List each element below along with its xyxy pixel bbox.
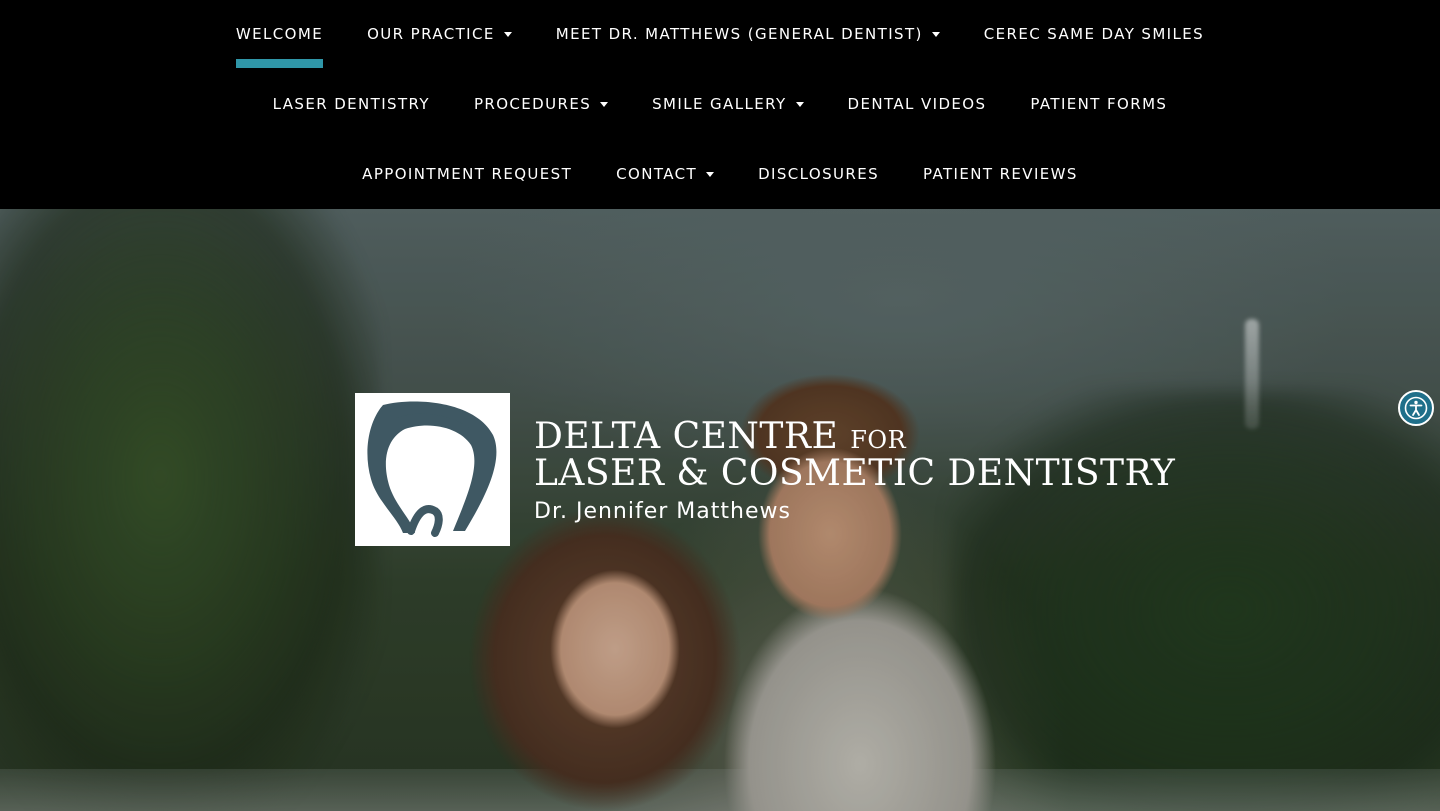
nav-item-label: CONTACT (616, 165, 698, 183)
nav-row-2: LASER DENTISTRY PROCEDURES SMILE GALLERY… (0, 94, 1440, 164)
accessibility-icon (1404, 396, 1428, 420)
hero-banner: DELTA CENTRE FOR LASER & COSMETIC DENTIS… (0, 209, 1440, 811)
nav-item-laser-dentistry[interactable]: LASER DENTISTRY (273, 94, 430, 114)
nav-item-label: WELCOME (235, 25, 324, 43)
logo-mark[interactable] (355, 393, 510, 546)
nav-item-label: APPOINTMENT REQUEST (362, 165, 573, 183)
caret-down-icon (706, 171, 715, 177)
tooth-icon (367, 401, 497, 537)
nav-item-meet-dr-matthews[interactable]: MEET DR. MATTHEWS (GENERAL DENTIST) (556, 24, 940, 44)
nav-item-label: PATIENT REVIEWS (923, 165, 1078, 183)
nav-item-patient-reviews[interactable]: PATIENT REVIEWS (923, 164, 1078, 184)
nav-item-label: MEET DR. MATTHEWS (GENERAL DENTIST) (555, 25, 923, 43)
logo-text[interactable]: DELTA CENTRE FOR LASER & COSMETIC DENTIS… (534, 419, 1175, 526)
nav-item-label: SMILE GALLERY (652, 95, 787, 113)
nav-item-our-practice[interactable]: OUR PRACTICE (367, 24, 512, 44)
nav-item-contact[interactable]: CONTACT (616, 164, 715, 184)
nav-item-smile-gallery[interactable]: SMILE GALLERY (652, 94, 804, 114)
nav-item-label: DISCLOSURES (758, 165, 879, 183)
nav-item-cerec[interactable]: CEREC SAME DAY SMILES (984, 24, 1204, 44)
logo-title-small: FOR (850, 426, 907, 454)
caret-down-icon (931, 31, 940, 37)
nav-item-label: OUR PRACTICE (367, 25, 495, 43)
nav-item-label: PATIENT FORMS (1030, 95, 1168, 113)
nav-item-label: PROCEDURES (473, 95, 592, 113)
main-navigation: WELCOME OUR PRACTICE MEET DR. MATTHEWS (… (0, 0, 1440, 209)
caret-down-icon (600, 101, 609, 107)
caret-down-icon (503, 31, 512, 37)
nav-item-patient-forms[interactable]: PATIENT FORMS (1030, 94, 1167, 114)
nav-item-label: LASER DENTISTRY (272, 95, 430, 113)
nav-item-disclosures[interactable]: DISCLOSURES (758, 164, 879, 184)
active-indicator (235, 59, 324, 68)
nav-item-label: CEREC SAME DAY SMILES (983, 25, 1205, 43)
nav-item-dental-videos[interactable]: DENTAL VIDEOS (848, 94, 987, 114)
accessibility-button[interactable] (1398, 390, 1434, 426)
nav-row-1: WELCOME OUR PRACTICE MEET DR. MATTHEWS (… (0, 24, 1440, 94)
nav-item-appointment-request[interactable]: APPOINTMENT REQUEST (362, 164, 572, 184)
logo-title-line2: LASER & COSMETIC DENTISTRY (534, 453, 1176, 494)
caret-down-icon (795, 101, 804, 107)
logo-subtitle: Dr. Jennifer Matthews (534, 499, 791, 524)
nav-item-welcome[interactable]: WELCOME (235, 24, 324, 68)
logo-title-main: DELTA CENTRE (534, 416, 839, 457)
nav-item-label: DENTAL VIDEOS (847, 95, 987, 113)
nav-item-procedures[interactable]: PROCEDURES (473, 94, 609, 114)
